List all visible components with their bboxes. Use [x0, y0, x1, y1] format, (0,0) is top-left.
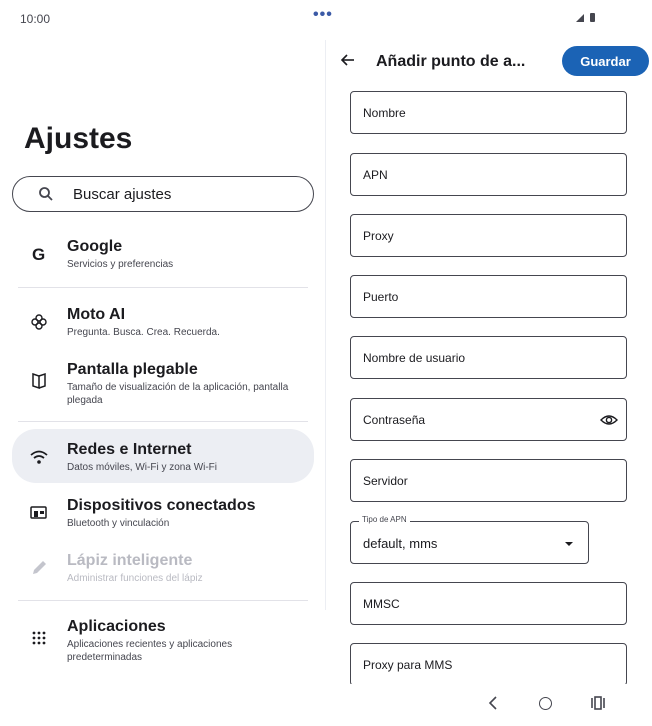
page-title: Ajustes — [24, 122, 133, 155]
apn-type-select[interactable]: Tipo de APN default, mms — [350, 515, 589, 564]
nav-recents-icon[interactable] — [590, 696, 606, 710]
settings-item-subtitle: Servicios y preferencias — [67, 259, 174, 270]
divider — [18, 600, 308, 601]
mmsc-field[interactable] — [350, 582, 627, 625]
moto-ai-icon — [28, 311, 50, 333]
svg-text:G: G — [32, 245, 45, 263]
apn-type-label: Tipo de APN — [359, 515, 410, 524]
settings-item-title: Dispositivos conectados — [67, 497, 256, 514]
server-input[interactable] — [352, 461, 602, 500]
settings-item-subtitle: Administrar funciones del lápiz — [67, 573, 203, 584]
search-placeholder: Buscar ajustes — [73, 186, 172, 203]
password-field[interactable] — [350, 398, 627, 441]
apn-input[interactable] — [352, 155, 602, 194]
settings-item-subtitle: Aplicaciones recientes y aplicaciones pr… — [67, 639, 233, 663]
port-field[interactable] — [350, 275, 627, 318]
settings-item-title: Lápiz inteligente — [67, 552, 193, 569]
settings-item-network-internet[interactable]: Redes e Internet Datos móviles, Wi-Fi y … — [12, 429, 314, 483]
settings-item-title: Moto AI — [67, 306, 126, 323]
save-button[interactable]: Guardar — [562, 46, 649, 76]
settings-item-connected-devices[interactable]: Dispositivos conectados Bluetooth y vinc… — [12, 489, 314, 537]
apn-field[interactable] — [350, 153, 627, 196]
settings-item-title: Redes e Internet — [67, 441, 192, 458]
form-title: Añadir punto de a... — [376, 53, 526, 70]
nav-back-icon[interactable] — [486, 695, 500, 711]
settings-item-subtitle: Bluetooth y vinculación — [67, 518, 170, 529]
settings-item-title: Aplicaciones — [67, 618, 166, 635]
dropdown-caret-icon — [565, 542, 573, 546]
mms-proxy-field[interactable] — [350, 643, 627, 684]
status-time: 10:00 — [20, 12, 51, 26]
divider — [18, 287, 308, 288]
status-bar: 10:00 ••• — [0, 0, 652, 40]
port-input[interactable] — [352, 277, 602, 316]
apn-name-input[interactable] — [352, 93, 602, 132]
mms-proxy-input[interactable] — [352, 645, 602, 684]
settings-pane: Ajustes Buscar ajustes G Google Servicio… — [0, 40, 325, 686]
nav-home-icon[interactable] — [539, 697, 552, 710]
proxy-input[interactable] — [352, 216, 602, 255]
search-icon — [39, 187, 53, 201]
search-input[interactable]: Buscar ajustes — [12, 176, 314, 212]
server-field[interactable] — [350, 459, 627, 502]
password-input[interactable] — [352, 400, 602, 439]
show-password-eye-icon[interactable] — [600, 412, 618, 428]
apps-grid-icon — [28, 627, 50, 649]
pen-icon — [28, 557, 50, 579]
mmsc-input[interactable] — [352, 584, 602, 623]
google-icon: G — [28, 243, 50, 265]
battery-icon — [590, 13, 595, 22]
username-field[interactable] — [350, 336, 627, 379]
apn-name-field[interactable] — [350, 91, 627, 134]
settings-item-title: Google — [67, 238, 123, 255]
signal-icon — [576, 14, 584, 22]
apn-type-value: default, mms — [363, 536, 438, 551]
settings-item-subtitle: Tamaño de visualización de la aplicación… — [67, 382, 289, 406]
settings-item-google[interactable]: G Google Servicios y preferencias — [12, 230, 314, 280]
wifi-icon — [28, 446, 50, 468]
username-input[interactable] — [352, 338, 602, 377]
apn-form-pane: Añadir punto de a... Guardar Tipo de APN… — [326, 40, 652, 684]
settings-item-foldable-display[interactable]: Pantalla plegable Tamaño de visualizació… — [12, 353, 314, 413]
back-arrow-icon[interactable] — [340, 52, 356, 68]
settings-item-subtitle: Pregunta. Busca. Crea. Recuerda. — [67, 327, 220, 338]
settings-item-apps[interactable]: Aplicaciones Aplicaciones recientes y ap… — [12, 610, 314, 670]
navigation-bar — [0, 686, 652, 726]
settings-item-subtitle: Datos móviles, Wi-Fi y zona Wi-Fi — [67, 462, 218, 473]
divider — [18, 421, 308, 422]
settings-item-title: Pantalla plegable — [67, 361, 198, 378]
proxy-field[interactable] — [350, 214, 627, 257]
foldable-display-icon — [28, 370, 50, 392]
connected-devices-icon — [28, 502, 50, 524]
more-dots-icon: ••• — [313, 6, 333, 23]
settings-item-smart-pen[interactable]: Lápiz inteligente Administrar funciones … — [12, 544, 314, 592]
settings-item-moto-ai[interactable]: Moto AI Pregunta. Busca. Crea. Recuerda. — [12, 298, 314, 346]
